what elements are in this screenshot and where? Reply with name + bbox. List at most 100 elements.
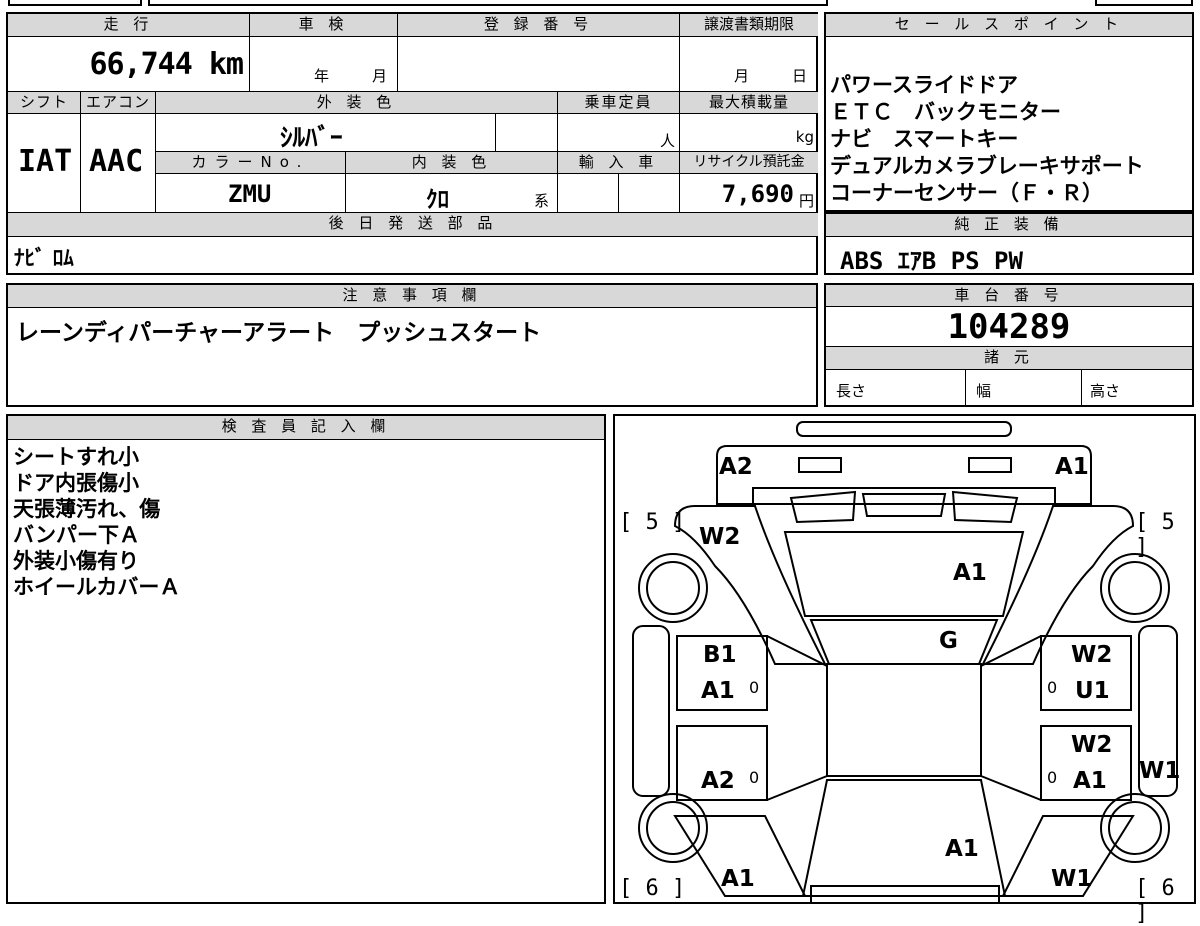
chassis-value: 104289 bbox=[947, 307, 1071, 347]
label-front-left: A2 bbox=[719, 454, 753, 480]
capacity-unit: 人 bbox=[659, 132, 675, 150]
marker-left-front: 0 bbox=[749, 678, 760, 697]
label-right-side-sill: W1 bbox=[1139, 758, 1181, 784]
sales-points-box: セ ー ル ス ポ イ ン ト パワースライドドア ＥＴＣ バックモニター ナビ… bbox=[824, 12, 1194, 212]
notes-box: 注 意 事 項 欄 レーンディパーチャーアラート プッシュスタート bbox=[6, 283, 818, 407]
label-right-rear-door-1: W2 bbox=[1071, 732, 1113, 758]
front-body-outline bbox=[716, 445, 1092, 505]
inspector-line: ホイールカバーＡ bbox=[13, 575, 181, 599]
ac-header: エアコン bbox=[81, 92, 156, 114]
recycle-cell: 7,690 円 bbox=[680, 174, 818, 213]
label-right-front-door-1: W2 bbox=[1071, 642, 1113, 668]
left-pillar bbox=[766, 635, 828, 801]
specs-length-label: 長さ bbox=[836, 382, 867, 400]
transfer-cell: 月 日 bbox=[680, 37, 818, 92]
shift-value: IAT bbox=[18, 144, 73, 179]
mileage-header: 走 行 bbox=[8, 14, 250, 37]
tire-rear-left bbox=[638, 793, 708, 863]
label-right-front-door-2: U1 bbox=[1075, 678, 1110, 704]
max-load-cell: kg bbox=[680, 114, 818, 152]
genuine-equipment-header: 純 正 装 備 bbox=[826, 214, 1192, 237]
headlight-left bbox=[798, 457, 842, 473]
label-hood: A1 bbox=[953, 560, 987, 586]
color-no-cell: ZMU bbox=[156, 174, 346, 213]
marker-right-rear: 0 bbox=[1047, 768, 1058, 787]
color-no-header: カラーNo. bbox=[156, 152, 346, 174]
later-parts-header: 後 日 発 送 部 品 bbox=[8, 213, 818, 237]
recycle-value: 7,690 bbox=[721, 180, 794, 208]
exterior-header: 外 装 色 bbox=[156, 92, 558, 114]
sales-point-line: デュアルカメラブレーキサポート bbox=[830, 154, 1144, 178]
vehicle-info-table: 走 行 車 検 登 録 番 号 譲渡書類期限 66,744 km 年 月 月 日… bbox=[6, 12, 818, 275]
specs-header: 諸 元 bbox=[826, 346, 1192, 370]
import-header: 輸 入 車 bbox=[558, 152, 680, 174]
shaken-header: 車 検 bbox=[250, 14, 398, 37]
max-load-unit: kg bbox=[795, 128, 814, 146]
shaken-cell: 年 月 bbox=[250, 37, 398, 92]
fender-left bbox=[673, 505, 827, 665]
specs-width-cell: 幅 bbox=[966, 370, 1082, 405]
specs-height-cell: 高さ bbox=[1082, 370, 1192, 405]
tire-rear-right-label: [ 6 ] bbox=[1135, 876, 1175, 926]
sales-point-line: パワースライドドア bbox=[830, 73, 1018, 97]
registration-cell bbox=[398, 37, 680, 92]
transfer-header: 譲渡書類期限 bbox=[680, 14, 818, 37]
right-pillar bbox=[980, 635, 1042, 801]
label-right-rear-door-2: A1 bbox=[1073, 768, 1107, 794]
top-strip-mid bbox=[148, 0, 828, 6]
top-strip-left bbox=[8, 0, 142, 6]
label-right-rear-quarter: W1 bbox=[1051, 866, 1093, 892]
label-front-left-fender: W2 bbox=[699, 524, 741, 550]
max-load-header: 最大積載量 bbox=[680, 92, 818, 114]
headlight-right bbox=[968, 457, 1012, 473]
genuine-equipment-box: 純 正 装 備 ABS ｴｱB PS PW bbox=[824, 212, 1194, 275]
interior-cell: ｸﾛ 系 bbox=[346, 174, 558, 213]
sales-point-line: コーナーセンサー（Ｆ・Ｒ） bbox=[830, 181, 1103, 205]
label-left-front-door-2: A1 bbox=[701, 678, 735, 704]
specs-height-label: 高さ bbox=[1090, 382, 1121, 400]
import-cell-b bbox=[619, 174, 680, 213]
tire-rear-right bbox=[1100, 793, 1170, 863]
ac-cell: AAC bbox=[81, 114, 156, 213]
marker-right-front: 0 bbox=[1047, 678, 1058, 697]
top-strip-right bbox=[1095, 0, 1193, 6]
label-left-rear-door: A2 bbox=[701, 768, 735, 794]
roof bbox=[826, 663, 982, 777]
ac-value: AAC bbox=[89, 144, 144, 179]
transfer-day: 日 bbox=[792, 67, 808, 85]
transfer-month: 月 bbox=[734, 67, 750, 85]
inspector-box: 検 査 員 記 入 欄 シートすれ小 ドア内張傷小 天張薄汚れ、傷 バンパー下Ａ… bbox=[6, 414, 606, 904]
sales-point-line: ナビ スマートキー bbox=[830, 127, 1019, 151]
capacity-cell: 人 bbox=[558, 114, 680, 152]
genuine-equipment-value: ABS ｴｱB PS PW bbox=[840, 247, 1023, 275]
tire-front-right-label: [ 5 ] bbox=[1135, 510, 1175, 560]
inspector-line: バンパー下Ａ bbox=[13, 523, 141, 547]
recycle-header: リサイクル預託金 bbox=[680, 152, 818, 174]
exterior-sub-cell bbox=[496, 114, 558, 152]
tire-front-left bbox=[638, 553, 708, 623]
specs-length-cell: 長さ bbox=[826, 370, 966, 405]
exterior-cell: ｼﾙﾊﾞｰ bbox=[156, 114, 496, 152]
shift-cell: IAT bbox=[8, 114, 81, 213]
marker-left-rear: 0 bbox=[749, 768, 760, 787]
inspector-line: ドア内張傷小 bbox=[13, 471, 139, 495]
interior-header: 内 装 色 bbox=[346, 152, 558, 174]
recycle-unit: 円 bbox=[798, 192, 814, 210]
sill-left bbox=[632, 625, 670, 797]
tire-rear-left-label: [ 6 ] bbox=[619, 876, 686, 901]
windshield bbox=[809, 619, 999, 665]
color-no-value: ZMU bbox=[228, 180, 272, 208]
hood bbox=[783, 531, 1025, 617]
car-diagram-box: A2 A1 W2 A1 G B1 A1 0 A2 0 W2 U1 0 W2 A1… bbox=[613, 414, 1196, 926]
label-left-front-door-1: B1 bbox=[703, 642, 737, 668]
label-windshield: G bbox=[939, 628, 958, 654]
tire-front-left-label: [ 5 ] bbox=[619, 510, 686, 535]
label-left-rear-quarter: A1 bbox=[721, 866, 755, 892]
capacity-header: 乗車定員 bbox=[558, 92, 680, 114]
tire-front-right bbox=[1100, 553, 1170, 623]
import-cell-a bbox=[558, 174, 619, 213]
vent-left bbox=[789, 490, 857, 524]
interior-suffix: 系 bbox=[534, 192, 550, 210]
inspector-line: 外装小傷有り bbox=[13, 549, 139, 573]
inspector-list: シートすれ小 ドア内張傷小 天張薄汚れ、傷 バンパー下Ａ 外装小傷有り ホイール… bbox=[13, 444, 180, 600]
